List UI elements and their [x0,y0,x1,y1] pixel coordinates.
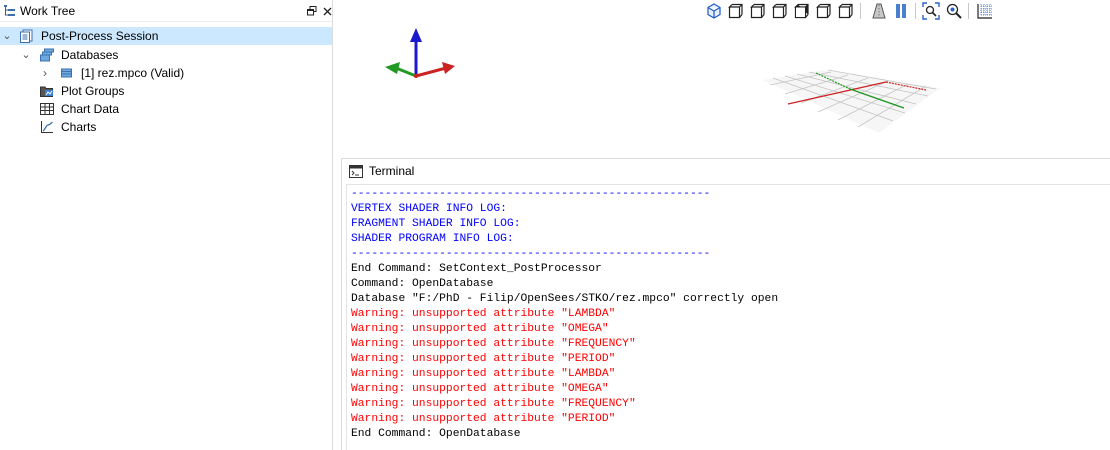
tree-item-post-process-session[interactable]: ⌄ Post-Process Session [0,27,332,45]
grid-icon[interactable] [976,2,994,20]
float-icon [307,6,317,16]
expand-arrow-icon[interactable]: › [40,64,50,82]
plot-groups-icon [40,86,53,97]
float-panel-button[interactable] [305,0,319,22]
close-icon [323,7,331,16]
tree-item-databases[interactable]: ⌄ Databases [0,46,300,64]
terminal-title: Terminal [369,164,415,178]
collapse-arrow-icon[interactable]: ⌄ [21,46,31,64]
view-bottom-icon[interactable] [837,2,855,20]
log-line: Warning: unsupported attribute "OMEGA" [351,383,609,395]
view-front-icon[interactable] [727,2,745,20]
tree-item-database-rez[interactable]: › [1] rez.mpco (Valid) [0,64,300,82]
log-line: SHADER PROGRAM INFO LOG: [351,233,514,245]
log-line: End Command: OpenDatabase [351,428,521,440]
work-tree-panel: Work Tree ⌄ Post-Process Session ⌄ Datab… [0,0,333,450]
log-line: FRAGMENT SHADER INFO LOG: [351,218,521,230]
log-line: End Command: SetContext_PostProcessor [351,263,602,275]
terminal-header: Terminal [342,159,1110,184]
charts-icon [41,121,53,133]
view-right-icon[interactable] [793,2,811,20]
tree-item-label: Databases [61,48,119,62]
tree-item-chart-data[interactable]: Chart Data [0,100,300,118]
log-line: Warning: unsupported attribute "PERIOD" [351,353,616,365]
tree-item-label: Chart Data [61,102,120,116]
zoom-icon[interactable] [945,2,963,20]
tree-icon [4,5,15,16]
log-line: Warning: unsupported attribute "OMEGA" [351,323,609,335]
view-toolbar [700,0,1000,22]
tree-item-label: Charts [61,120,97,134]
view-iso-icon[interactable] [705,2,723,20]
tree-item-label: Plot Groups [61,84,125,98]
log-line: Warning: unsupported attribute "LAMBDA" [351,308,616,320]
view-left-icon[interactable] [771,2,789,20]
terminal-log[interactable]: ----------------------------------------… [346,184,1110,450]
log-line: Warning: unsupported attribute "PERIOD" [351,413,616,425]
session-icon [20,29,33,43]
view-top-icon[interactable] [815,2,833,20]
log-line: Database "F:/PhD - Filip/OpenSees/STKO/r… [351,293,779,305]
log-line: Warning: unsupported attribute "FREQUENC… [351,398,636,410]
log-line: Command: OpenDatabase [351,278,494,290]
view-back-icon[interactable] [749,2,767,20]
tree-item-label: [1] rez.mpco (Valid) [81,66,185,80]
log-line: ----------------------------------------… [351,248,711,260]
databases-icon [40,48,54,62]
work-tree-title: Work Tree [20,4,76,18]
log-line: Warning: unsupported attribute "LAMBDA" [351,368,616,380]
tree-item-label: Post-Process Session [41,29,159,43]
collapse-arrow-icon[interactable]: ⌄ [2,27,12,45]
log-line: Warning: unsupported attribute "FREQUENC… [351,338,636,350]
3d-viewport[interactable] [338,22,1110,152]
toolbar-separator [915,3,916,19]
tree-item-plot-groups[interactable]: Plot Groups [0,82,300,100]
zoom-fit-icon[interactable] [922,2,940,20]
orthographic-icon[interactable] [892,2,910,20]
toolbar-separator [860,3,861,19]
ground-grid [763,69,940,133]
tree-item-charts[interactable]: Charts [0,118,300,136]
terminal-icon [349,165,363,178]
perspective-icon[interactable] [870,2,888,20]
work-tree-header: Work Tree [0,0,332,22]
terminal-panel: Terminal -------------------------------… [341,158,1110,450]
close-panel-button[interactable] [320,0,334,22]
chart-data-icon [40,103,54,115]
axis-triad [385,28,455,78]
log-line: ----------------------------------------… [351,188,711,200]
toolbar-separator [968,3,969,19]
database-icon [61,68,72,78]
log-line: VERTEX SHADER INFO LOG: [351,203,507,215]
